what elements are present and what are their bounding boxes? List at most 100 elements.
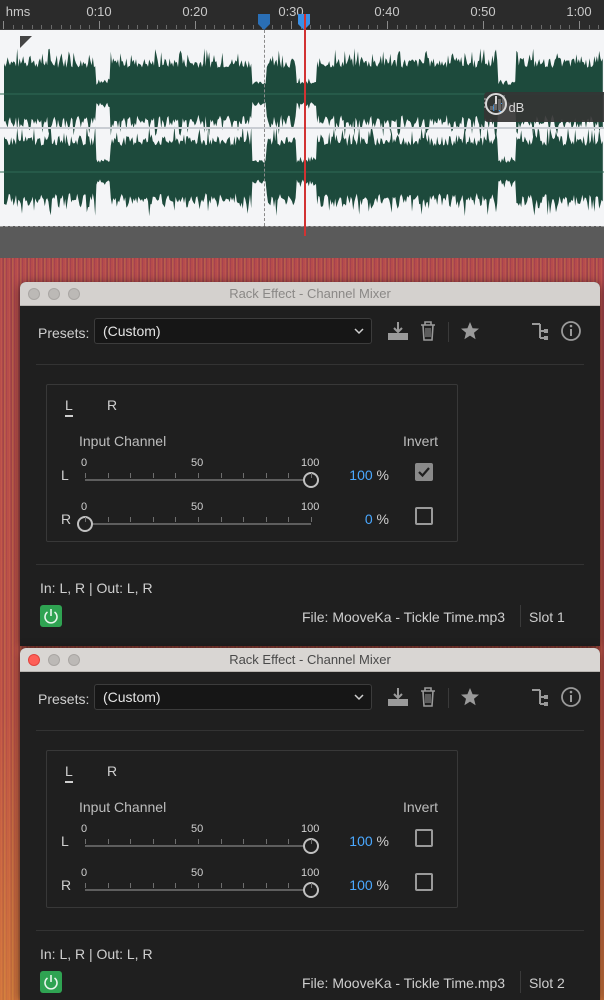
window-titlebar[interactable]: Rack Effect - Channel Mixer (20, 282, 600, 306)
ruler-minor-tick (204, 25, 206, 29)
slider-scale-min: 0 (81, 457, 88, 469)
tab-left-channel[interactable]: L (65, 397, 73, 413)
ruler-minor-tick (396, 25, 398, 29)
playhead[interactable] (304, 14, 306, 236)
ruler-minor-tick (435, 25, 436, 29)
power-toggle-button[interactable] (40, 605, 62, 627)
slider-scale-min: 0 (81, 823, 88, 835)
input-l-slider-track[interactable] (85, 845, 311, 847)
footer-divider (520, 605, 521, 627)
info-icon[interactable] (559, 319, 583, 343)
power-icon (44, 609, 58, 624)
ruler-minor-tick (147, 25, 148, 29)
invert-r-checkbox[interactable] (415, 873, 433, 891)
slider-tick (130, 839, 132, 844)
save-preset-icon[interactable] (386, 319, 410, 343)
ruler-minor-tick (60, 25, 62, 29)
ruler-minor-tick (454, 25, 456, 29)
input-l-slider-track[interactable] (85, 479, 311, 481)
window-title: Rack Effect - Channel Mixer (229, 652, 391, 667)
routing-icon[interactable] (528, 319, 552, 343)
channel-mixer-box: L R Input Channel Invert L 0 50 100 100 … (46, 384, 458, 542)
preset-dropdown[interactable]: (Custom) (94, 318, 372, 344)
slider-tick (198, 473, 199, 478)
tab-right-channel[interactable]: R (107, 397, 117, 413)
slider-scale-max: 100 (301, 823, 320, 835)
section-divider (36, 930, 584, 931)
view-divider[interactable] (0, 226, 604, 258)
delete-preset-icon[interactable] (416, 319, 440, 343)
io-routing-label: In: L, R | Out: L, R (40, 580, 153, 596)
slider-scale-mid: 50 (191, 457, 204, 469)
ruler-minor-tick (531, 25, 532, 29)
slider-tick (243, 839, 245, 844)
selection-start-marker-icon[interactable] (258, 14, 270, 30)
invert-r-checkbox[interactable] (415, 507, 433, 525)
favorite-star-icon[interactable] (458, 685, 482, 709)
slider-tick (85, 517, 86, 522)
channel-row-label-l: L (61, 467, 69, 483)
input-l-value[interactable]: 100 % (329, 833, 389, 849)
slider-tick (198, 883, 199, 888)
invert-l-checkbox[interactable] (415, 829, 433, 847)
input-channel-label: Input Channel (79, 799, 167, 815)
preset-dropdown[interactable]: (Custom) (94, 684, 372, 710)
resize-corner-icon[interactable] (20, 36, 32, 48)
rack-effect-window-2: Rack Effect - Channel Mixer Presets: (Cu… (20, 648, 600, 1000)
channel-row-label-l: L (61, 833, 69, 849)
presets-toolbar: Presets: (Custom) (20, 672, 600, 724)
ruler-minor-tick (233, 25, 235, 29)
gain-knob-icon[interactable] (484, 92, 508, 116)
ruler-minor-tick (214, 25, 216, 29)
time-ruler[interactable]: hms 0:10 0:20 0:30 0:40 0:50 1:00 (0, 0, 604, 30)
tab-right-channel[interactable]: R (107, 763, 117, 779)
tab-left-channel[interactable]: L (65, 763, 73, 779)
gain-hud[interactable]: +0 dB (484, 92, 604, 122)
slider-tick (311, 517, 312, 522)
file-name-label: File: MooveKa - Tickle Time.mp3 (302, 609, 506, 625)
slider-tick (220, 839, 222, 844)
input-l-value[interactable]: 100 % (329, 467, 389, 483)
ruler-tick-label: 0:40 (374, 4, 400, 19)
ruler-major-tick (3, 21, 4, 29)
window-titlebar[interactable]: Rack Effect - Channel Mixer (20, 648, 600, 672)
input-r-value[interactable]: 0 % (329, 511, 389, 527)
slider-tick (220, 473, 222, 478)
input-r-value[interactable]: 100 % (329, 877, 389, 893)
slider-tick (152, 517, 154, 522)
slider-scale-mid: 50 (191, 823, 204, 835)
invert-l-checkbox[interactable] (415, 463, 433, 481)
ruler-minor-tick (444, 25, 446, 29)
slider-tick (288, 473, 290, 478)
ruler-minor-tick (588, 25, 590, 29)
info-icon[interactable] (559, 685, 583, 709)
ruler-minor-tick (502, 25, 504, 29)
window-title: Rack Effect - Channel Mixer (229, 286, 391, 301)
favorite-star-icon[interactable] (458, 319, 482, 343)
ruler-minor-tick (22, 25, 24, 29)
ruler-major-tick (291, 21, 292, 29)
slider-tick (152, 473, 154, 478)
invert-label: Invert (403, 799, 439, 815)
input-channel-label: Input Channel (79, 433, 167, 449)
input-r-slider-track[interactable] (85, 523, 311, 525)
slider-scale-max: 100 (301, 501, 320, 513)
ruler-minor-tick (358, 25, 360, 29)
channel-row-label-r: R (61, 877, 72, 893)
routing-icon[interactable] (528, 685, 552, 709)
power-toggle-button[interactable] (40, 971, 62, 993)
slider-tick (85, 883, 86, 888)
waveform-editor[interactable]: +0 dB (0, 30, 604, 226)
slider-tick (265, 473, 267, 478)
input-r-slider-track[interactable] (85, 889, 311, 891)
slider-tick (220, 517, 222, 522)
ruler-major-tick (483, 21, 484, 29)
channel-mixer-box: L R Input Channel Invert L 0 50 100 100 … (46, 750, 458, 908)
checkmark-icon (418, 467, 430, 478)
slider-tick (198, 839, 199, 844)
toolbar-divider (448, 688, 449, 708)
ruler-minor-tick (598, 25, 600, 29)
delete-preset-icon[interactable] (416, 685, 440, 709)
active-tab-indicator (65, 781, 73, 783)
save-preset-icon[interactable] (386, 685, 410, 709)
